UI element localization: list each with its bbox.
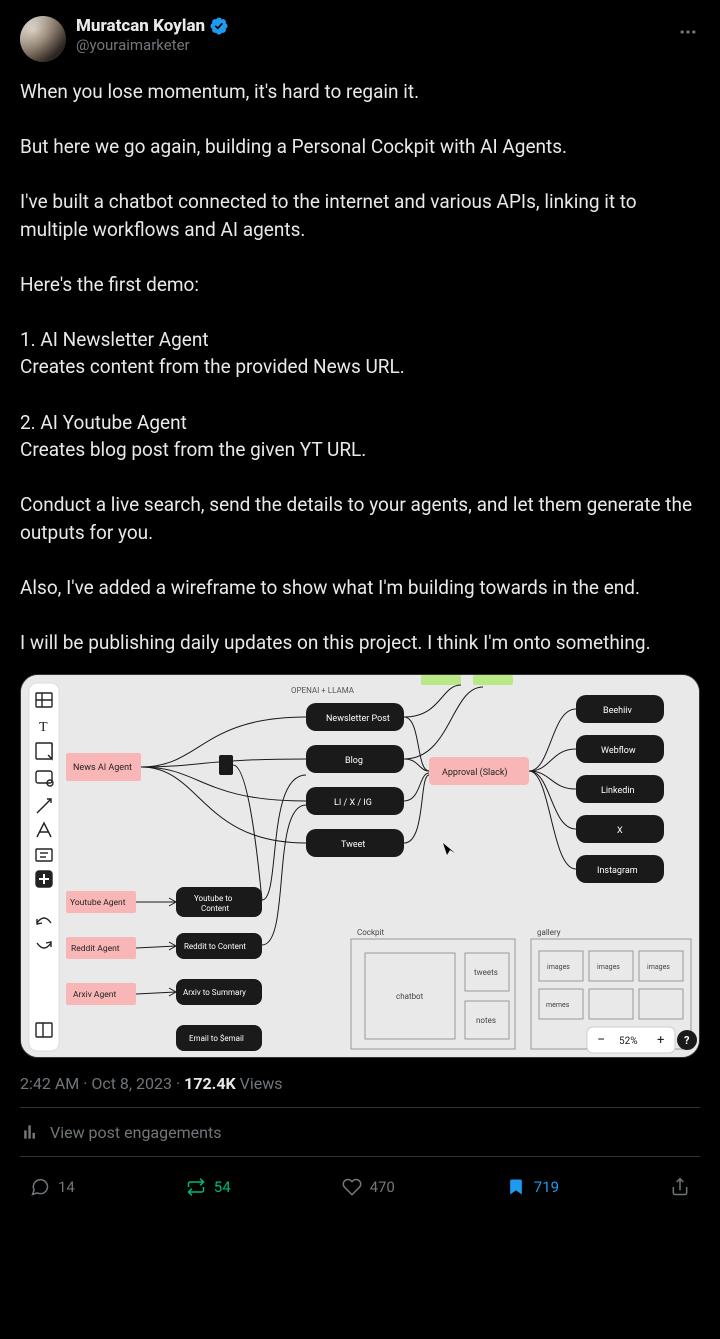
views-count: 172.4K xyxy=(184,1074,236,1093)
svg-text:+: + xyxy=(657,1033,664,1048)
tweet-text: When you lose momentum, it's hard to reg… xyxy=(20,78,700,656)
node-tweet: Tweet xyxy=(341,840,365,850)
svg-text:Arxiv Agent: Arxiv Agent xyxy=(73,990,116,1000)
diagram-header-label: OPENAI + LLAMA xyxy=(291,686,355,695)
bookmark-button[interactable]: 719 xyxy=(506,1177,559,1197)
analytics-icon xyxy=(20,1122,40,1142)
svg-text:News AI Agent: News AI Agent xyxy=(73,763,132,773)
svg-text:images: images xyxy=(547,963,570,971)
author-block[interactable]: Muratcan Koylan @youraimarketer xyxy=(76,16,229,54)
retweet-icon xyxy=(186,1177,206,1197)
timestamp[interactable]: 2:42 AM · Oct 8, 2023 xyxy=(20,1074,172,1093)
node-li-x-ig: LI / X / IG xyxy=(334,798,372,808)
tweet-meta: 2:42 AM · Oct 8, 2023 · 172.4K Views xyxy=(20,1074,700,1093)
tweet-header: Muratcan Koylan @youraimarketer xyxy=(20,16,700,62)
reply-button[interactable]: 14 xyxy=(30,1177,75,1197)
svg-text:Youtube Agent: Youtube Agent xyxy=(70,898,126,908)
reply-icon xyxy=(30,1177,50,1197)
svg-text:Reddit Agent: Reddit Agent xyxy=(71,944,120,954)
more-options-button[interactable] xyxy=(676,20,700,44)
retweet-button[interactable]: 54 xyxy=(186,1177,231,1197)
like-button[interactable]: 470 xyxy=(342,1177,395,1197)
verified-badge-icon xyxy=(209,16,229,36)
heart-icon xyxy=(342,1177,362,1197)
svg-text:chatbot: chatbot xyxy=(396,992,424,1001)
text-tool-icon[interactable]: T xyxy=(39,720,48,735)
node-email: Email to $email xyxy=(189,1034,244,1043)
svg-text:tweets: tweets xyxy=(474,968,498,977)
node-approval: Approval (Slack) xyxy=(442,767,508,778)
view-engagements-link[interactable]: View post engagements xyxy=(20,1122,700,1142)
views-label: Views xyxy=(240,1074,283,1093)
svg-text:gallery: gallery xyxy=(537,928,561,937)
svg-text:images: images xyxy=(647,963,670,971)
svg-text:Cockpit: Cockpit xyxy=(357,928,384,937)
svg-text:?: ? xyxy=(684,1034,690,1047)
tweet-actions: 14 54 470 719 xyxy=(20,1171,700,1197)
svg-text:images: images xyxy=(597,963,620,971)
share-button[interactable] xyxy=(670,1177,690,1197)
node-beehiiv: Beehiiv xyxy=(603,706,632,716)
avatar[interactable] xyxy=(20,16,66,62)
node-linkedin: Linkedin xyxy=(601,786,635,796)
node-x: X xyxy=(617,826,623,836)
node-blog: Blog xyxy=(345,756,363,766)
divider xyxy=(20,1156,700,1157)
node-reddit-to-content: Reddit to Content xyxy=(184,942,246,951)
attached-media[interactable]: T OPENAI + LLAMA News AI Agent Youtube A… xyxy=(20,674,700,1058)
bookmark-icon xyxy=(506,1177,526,1197)
svg-text:memes: memes xyxy=(546,1001,570,1009)
handle: @youraimarketer xyxy=(76,36,229,54)
divider xyxy=(20,1107,700,1108)
agent-reddit: Reddit Agent xyxy=(66,937,136,959)
node-webflow: Webflow xyxy=(601,746,636,756)
node-newsletter: Newsletter Post xyxy=(326,714,390,724)
agent-arxiv: Arxiv Agent xyxy=(66,983,136,1005)
svg-text:notes: notes xyxy=(476,1016,496,1025)
display-name: Muratcan Koylan xyxy=(76,16,205,36)
agent-youtube: Youtube Agent xyxy=(66,891,136,913)
node-arxiv-summary: Arxiv to Summary xyxy=(183,988,246,997)
agent-news: News AI Agent xyxy=(66,753,141,781)
svg-text:52%: 52% xyxy=(619,1036,638,1047)
svg-text:−: − xyxy=(597,1032,605,1048)
share-icon xyxy=(670,1177,690,1197)
node-instagram: Instagram xyxy=(597,866,638,876)
